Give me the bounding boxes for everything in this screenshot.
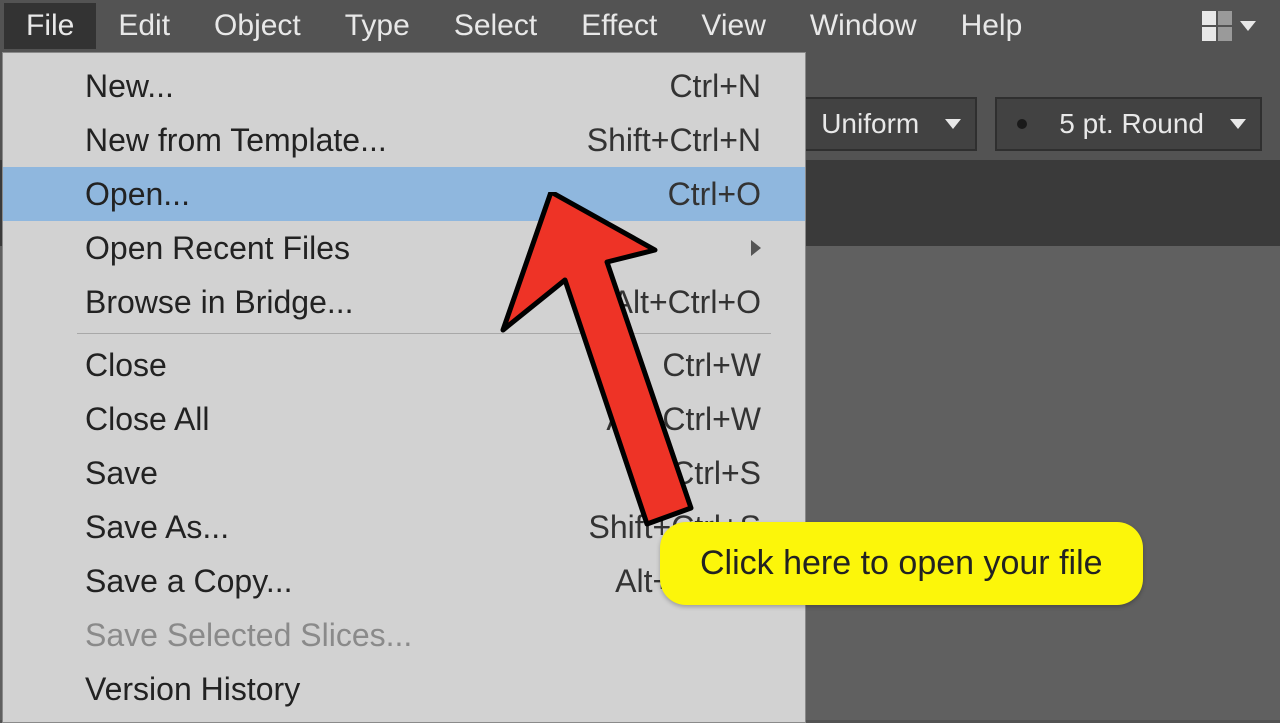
menu-item-shortcut: Shift+Ctrl+N: [587, 122, 761, 159]
menu-item-open[interactable]: Open... Ctrl+O: [3, 167, 805, 221]
menubar: File Edit Object Type Select Effect View…: [0, 0, 1280, 52]
chevron-down-icon: [1240, 21, 1256, 31]
workspace-grid-icon: [1202, 11, 1232, 41]
menu-view[interactable]: View: [679, 3, 787, 49]
brush-label: 5 pt. Round: [1059, 108, 1204, 140]
menu-item-shortcut: Alt+Ctrl+W: [606, 401, 761, 438]
menu-edit[interactable]: Edit: [96, 3, 192, 49]
menu-type[interactable]: Type: [323, 3, 432, 49]
menu-item-label: Save a Copy...: [85, 563, 293, 600]
submenu-arrow-icon: [751, 240, 761, 256]
menu-item-new-from-template[interactable]: New from Template... Shift+Ctrl+N: [3, 113, 805, 167]
menu-item-close-all[interactable]: Close All Alt+Ctrl+W: [3, 392, 805, 446]
brush-preview-icon: [1017, 119, 1027, 129]
menu-item-save[interactable]: Save Ctrl+S: [3, 446, 805, 500]
menu-divider: [77, 333, 771, 334]
menu-item-open-recent[interactable]: Open Recent Files: [3, 221, 805, 275]
stroke-profile-dropdown[interactable]: Uniform: [799, 97, 977, 151]
menu-help[interactable]: Help: [939, 3, 1045, 49]
menu-window[interactable]: Window: [788, 3, 939, 49]
chevron-down-icon: [945, 119, 961, 129]
workspace-switcher[interactable]: [1202, 11, 1276, 41]
menu-item-label: Save: [85, 455, 158, 492]
menu-item-label: Open Recent Files: [85, 230, 350, 267]
menu-item-shortcut: Ctrl+O: [668, 176, 761, 213]
menu-file[interactable]: File: [4, 3, 96, 49]
file-dropdown-menu: New... Ctrl+N New from Template... Shift…: [2, 52, 806, 723]
chevron-down-icon: [1230, 119, 1246, 129]
menu-item-label: Save As...: [85, 509, 229, 546]
menu-effect[interactable]: Effect: [559, 3, 679, 49]
menu-item-shortcut: Ctrl+S: [671, 455, 761, 492]
menu-item-close[interactable]: Close Ctrl+W: [3, 338, 805, 392]
menu-object[interactable]: Object: [192, 3, 323, 49]
menu-item-version-history[interactable]: Version History: [3, 662, 805, 716]
menu-item-browse-bridge[interactable]: Browse in Bridge... Alt+Ctrl+O: [3, 275, 805, 329]
menu-item-save-slices: Save Selected Slices...: [3, 608, 805, 662]
menu-item-new[interactable]: New... Ctrl+N: [3, 59, 805, 113]
menu-item-shortcut: Ctrl+W: [662, 347, 761, 384]
menu-item-label: Browse in Bridge...: [85, 284, 354, 321]
menu-item-label: Close: [85, 347, 167, 384]
instruction-callout: Click here to open your file: [660, 522, 1143, 605]
menu-item-label: Version History: [85, 671, 300, 708]
menu-item-label: New...: [85, 68, 174, 105]
menu-select[interactable]: Select: [432, 3, 559, 49]
menu-item-label: Save Selected Slices...: [85, 617, 412, 654]
menu-item-label: New from Template...: [85, 122, 387, 159]
menu-item-label: Open...: [85, 176, 190, 213]
brush-dropdown[interactable]: 5 pt. Round: [995, 97, 1262, 151]
stroke-profile-label: Uniform: [821, 108, 919, 140]
menu-item-shortcut: Alt+Ctrl+O: [612, 284, 761, 321]
menu-item-label: Close All: [85, 401, 210, 438]
menu-item-shortcut: Ctrl+N: [669, 68, 761, 105]
